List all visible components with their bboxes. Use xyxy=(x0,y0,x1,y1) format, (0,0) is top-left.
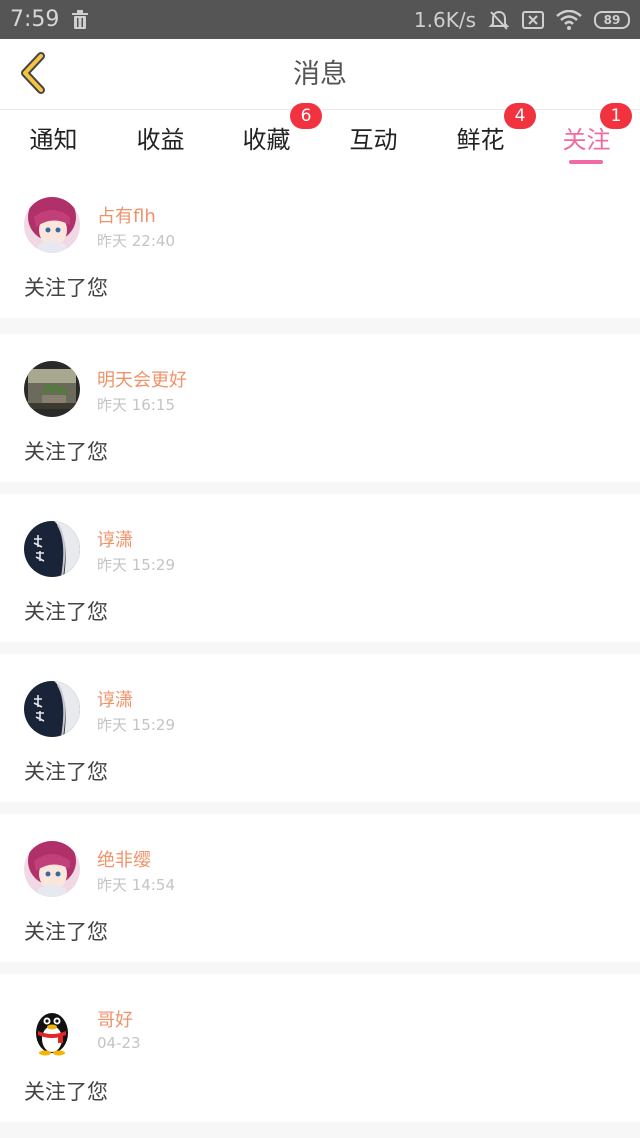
avatar[interactable] xyxy=(24,197,80,253)
tab-follows[interactable]: 关注 1 xyxy=(533,103,640,170)
sim-off-icon xyxy=(522,10,544,29)
unread-badge: 4 xyxy=(504,103,536,129)
avatar[interactable] xyxy=(24,361,80,417)
status-bar: 7:59 1.6K/s 89 xyxy=(0,0,640,39)
timestamp: 昨天 15:29 xyxy=(97,556,175,574)
tab-label: 互动 xyxy=(349,126,398,154)
timestamp: 昨天 15:29 xyxy=(97,716,175,734)
tab-notifications[interactable]: 通知 xyxy=(0,110,107,170)
battery-level: 89 xyxy=(603,12,621,27)
message-text: 关注了您 xyxy=(24,440,108,464)
list-item[interactable]: 绝非缨 昨天 14:54 关注了您 xyxy=(0,814,640,962)
avatar[interactable] xyxy=(24,841,80,897)
unread-badge: 1 xyxy=(600,103,632,129)
tab-bar: 通知 收益 收藏 6 互动 鲜花 4 关注 1 xyxy=(0,103,640,170)
username[interactable]: 占有flh xyxy=(97,202,156,228)
chevron-left-icon xyxy=(17,52,47,98)
trash-icon xyxy=(71,9,89,30)
message-text: 关注了您 xyxy=(24,760,108,784)
username[interactable]: 哥好 xyxy=(97,1006,133,1032)
active-tab-indicator xyxy=(569,160,603,164)
list-item[interactable]: 哥好 04-23 关注了您 xyxy=(0,974,640,1122)
list-item[interactable]: 谆潇 昨天 15:29 关注了您 xyxy=(0,654,640,802)
page-title: 消息 xyxy=(293,59,347,90)
tab-earnings[interactable]: 收益 xyxy=(107,110,214,170)
timestamp: 04-23 xyxy=(97,1034,141,1052)
list-item[interactable]: 明天会更好 昨天 16:15 关注了您 xyxy=(0,334,640,482)
username[interactable]: 谆潇 xyxy=(97,686,133,712)
unread-badge: 6 xyxy=(290,103,322,129)
username[interactable]: 绝非缨 xyxy=(97,846,151,872)
timestamp: 昨天 14:54 xyxy=(97,876,175,894)
status-time: 7:59 xyxy=(10,7,60,32)
list-item[interactable]: 谆潇 昨天 15:29 关注了您 xyxy=(0,494,640,642)
wifi-icon xyxy=(556,9,582,30)
tab-favorites[interactable]: 收藏 6 xyxy=(213,103,322,170)
timestamp: 昨天 22:40 xyxy=(97,232,175,250)
mute-bell-icon xyxy=(488,9,510,31)
username[interactable]: 谆潇 xyxy=(97,526,133,552)
tab-label: 收益 xyxy=(136,126,185,154)
battery-icon: 89 xyxy=(594,10,630,29)
back-button[interactable] xyxy=(12,52,52,98)
tab-label: 通知 xyxy=(29,126,78,154)
timestamp: 昨天 16:15 xyxy=(97,396,175,414)
username[interactable]: 明天会更好 xyxy=(97,366,187,392)
tab-flowers[interactable]: 鲜花 4 xyxy=(427,103,536,170)
network-speed: 1.6K/s xyxy=(413,7,476,32)
message-text: 关注了您 xyxy=(24,600,108,624)
avatar[interactable] xyxy=(24,521,80,577)
message-text: 关注了您 xyxy=(24,1080,108,1104)
message-text: 关注了您 xyxy=(24,276,108,300)
message-text: 关注了您 xyxy=(24,920,108,944)
tab-interactions[interactable]: 互动 xyxy=(320,110,427,170)
avatar[interactable] xyxy=(24,681,80,737)
list-item[interactable]: 占有flh 昨天 22:40 关注了您 xyxy=(0,170,640,318)
avatar[interactable] xyxy=(24,1001,80,1057)
app-header: 消息 xyxy=(0,39,640,110)
